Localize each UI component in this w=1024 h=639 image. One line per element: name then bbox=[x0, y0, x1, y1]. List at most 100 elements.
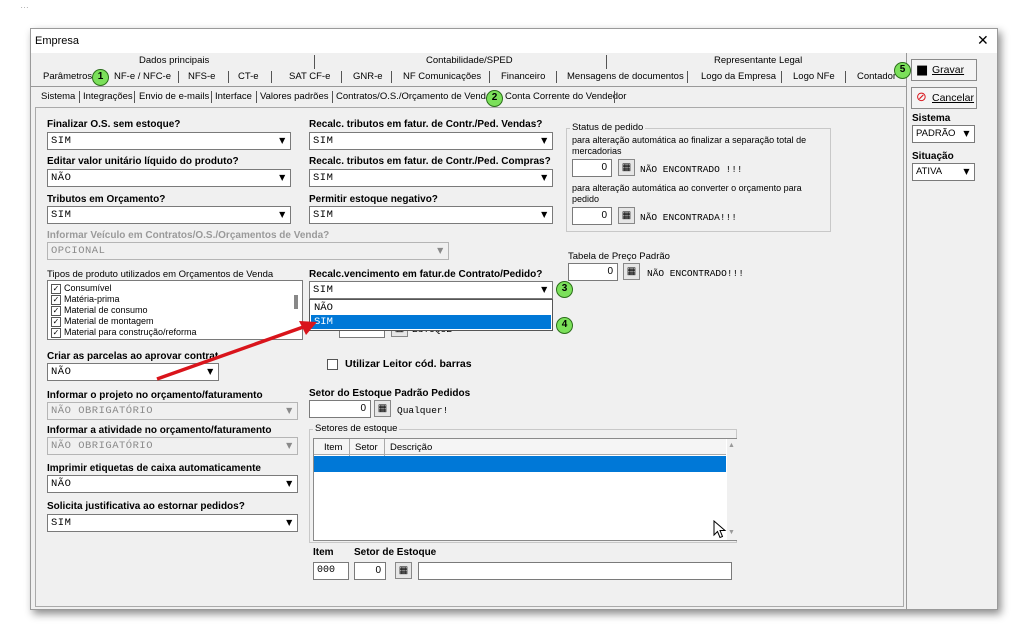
status-field-2[interactable]: 0 bbox=[572, 207, 612, 225]
tab-nfse[interactable]: NFS-e bbox=[188, 69, 215, 85]
lookup-icon[interactable]: ▦ bbox=[618, 207, 635, 224]
tab-parametros[interactable]: Parâmetros bbox=[43, 69, 92, 85]
type-item: Matéria-prima bbox=[64, 294, 120, 304]
checkbox-checked-icon[interactable]: ✓ bbox=[51, 295, 61, 305]
tab-mensagens[interactable]: Mensagens de documentos bbox=[567, 69, 684, 85]
select-value: NÃO bbox=[51, 478, 72, 490]
select-recalc-vencimento[interactable]: SIM ▼ bbox=[309, 281, 553, 299]
tab-nf-comunicacoes[interactable]: NF Comunicações bbox=[403, 69, 481, 85]
status-pedido-label: Status de pedido bbox=[570, 122, 646, 133]
tab-contabilidade[interactable]: Contabilidade/SPED bbox=[426, 53, 513, 69]
tab-row-2: Parâmetros NF-e / NFC-e NFS-e CT-e SAT C… bbox=[31, 69, 906, 85]
scroll-down-icon[interactable]: ▼ bbox=[728, 529, 735, 536]
grid-col-setor[interactable]: Setor bbox=[355, 442, 378, 453]
tab-sistema[interactable]: Sistema bbox=[41, 89, 75, 105]
chevron-down-icon: ▼ bbox=[279, 210, 286, 219]
tab-envio-emails[interactable]: Envio de e-mails bbox=[139, 89, 209, 105]
setor-padrao-text: Qualquer! bbox=[397, 405, 449, 416]
select-tributos-orcamento[interactable]: SIM ▼ bbox=[47, 206, 291, 224]
save-button[interactable]: ■ Gravar bbox=[911, 59, 977, 81]
label-tributos-orcamento: Tributos em Orçamento? bbox=[47, 194, 166, 205]
tab-cte[interactable]: CT-e bbox=[238, 69, 259, 85]
tab-dados-principais[interactable]: Dados principais bbox=[139, 53, 209, 69]
cancel-label: Cancelar bbox=[932, 92, 975, 104]
lookup-icon[interactable]: ▦ bbox=[623, 263, 640, 280]
select-recalc-compras[interactable]: SIM ▼ bbox=[309, 169, 553, 187]
tab-logo-empresa[interactable]: Logo da Empresa bbox=[701, 69, 776, 85]
close-icon[interactable]: ✕ bbox=[977, 32, 989, 49]
lookup-icon[interactable]: ▦ bbox=[374, 400, 391, 417]
grid-col-item[interactable]: Item bbox=[324, 442, 342, 453]
setor-padrao-field[interactable]: 0 bbox=[309, 400, 371, 418]
select-value: NÃO OBRIGATÓRIO bbox=[51, 440, 154, 452]
checkbox-checked-icon[interactable]: ✓ bbox=[51, 328, 61, 338]
select-value: SIM bbox=[313, 284, 334, 296]
grid-col-descricao[interactable]: Descrição bbox=[390, 442, 432, 453]
label-informar-projeto: Informar o projeto no orçamento/faturame… bbox=[47, 390, 263, 401]
checkbox-checked-icon[interactable]: ✓ bbox=[51, 317, 61, 327]
tab-integracoes[interactable]: Integrações bbox=[83, 89, 133, 105]
label-item: Item bbox=[313, 547, 334, 558]
tab-separator bbox=[687, 71, 688, 83]
chevron-down-icon: ▼ bbox=[963, 167, 970, 176]
tabela-preco-field[interactable]: 0 bbox=[568, 263, 618, 281]
tab-contratos-os-orcamento[interactable]: Contratos/O.S./Orçamento de Venda bbox=[336, 89, 491, 105]
title-bar: Empresa ✕ bbox=[31, 29, 997, 53]
tab-logo-nfe[interactable]: Logo NFe bbox=[793, 69, 835, 85]
select-finalizar-os[interactable]: SIM ▼ bbox=[47, 132, 291, 150]
select-value: NÃO OBRIGATÓRIO bbox=[51, 405, 154, 417]
label-solicita-justificativa: Solicita justificativa ao estornar pedid… bbox=[47, 501, 245, 512]
tab-interface[interactable]: Interface bbox=[215, 89, 252, 105]
select-informar-projeto: NÃO OBRIGATÓRIO ▼ bbox=[47, 402, 298, 420]
annotation-arrow-icon bbox=[156, 321, 317, 381]
lookup-icon[interactable]: ▦ bbox=[395, 562, 412, 579]
tab-valores-padroes[interactable]: Valores padrões bbox=[260, 89, 328, 105]
tab-separator bbox=[489, 71, 490, 83]
status-field-1[interactable]: 0 bbox=[572, 159, 612, 177]
select-sistema[interactable]: PADRÃO ▼ bbox=[912, 125, 975, 143]
select-situacao[interactable]: ATIVA ▼ bbox=[912, 163, 975, 181]
tab-financeiro[interactable]: Financeiro bbox=[501, 69, 545, 85]
tab-separator bbox=[178, 71, 179, 83]
tab-contador[interactable]: Contador bbox=[857, 69, 896, 85]
label-editar-valor: Editar valor unitário líquido do produto… bbox=[47, 156, 239, 167]
select-editar-valor[interactable]: NÃO ▼ bbox=[47, 169, 291, 187]
select-estoque-negativo[interactable]: SIM ▼ bbox=[309, 206, 553, 224]
cancel-button[interactable]: ⊘ Cancelar bbox=[911, 87, 977, 109]
cursor-icon bbox=[713, 520, 727, 539]
status-desc-2: para alteração automática ao converter o… bbox=[572, 183, 802, 204]
dropdown-option-sim[interactable]: SIM bbox=[311, 315, 551, 329]
chevron-down-icon: ▼ bbox=[286, 441, 293, 450]
tab-nfe-nfce[interactable]: NF-e / NFC-e bbox=[114, 69, 171, 85]
tab-separator bbox=[341, 71, 342, 83]
select-value: SIM bbox=[313, 172, 334, 184]
setor-estoque-description[interactable] bbox=[418, 562, 732, 580]
checkbox-checked-icon[interactable]: ✓ bbox=[51, 284, 61, 294]
label-informar-atividade: Informar a atividade no orçamento/fatura… bbox=[47, 425, 272, 436]
barcode-checkbox[interactable] bbox=[327, 359, 338, 370]
status-desc-1: para alteração automática ao finalizar a… bbox=[572, 135, 807, 156]
label-barcode: Utilizar Leitor cód. barras bbox=[345, 358, 472, 370]
tab-conta-corrente-vendedor[interactable]: Conta Corrente do Vendedor bbox=[505, 89, 626, 105]
step-badge-3: 3 bbox=[556, 281, 573, 298]
select-imprimir-etiquetas[interactable]: NÃO ▼ bbox=[47, 475, 298, 493]
scrollbar-thumb[interactable] bbox=[294, 295, 298, 309]
scroll-up-icon[interactable]: ▲ bbox=[728, 442, 735, 449]
setores-grid[interactable]: Item Setor Descrição ▲ ▼ bbox=[313, 438, 737, 541]
select-value: SIM bbox=[51, 517, 72, 529]
label-setor-de-estoque: Setor de Estoque bbox=[354, 547, 437, 558]
setor-estoque-field[interactable]: 0 bbox=[354, 562, 386, 580]
select-solicita-justificativa[interactable]: SIM ▼ bbox=[47, 514, 298, 532]
tab-separator bbox=[79, 91, 80, 103]
tab-sat-cfe[interactable]: SAT CF-e bbox=[289, 69, 330, 85]
checkbox-checked-icon[interactable]: ✓ bbox=[51, 306, 61, 316]
label-tipos-produto: Tipos de produto utilizados em Orçamento… bbox=[47, 269, 274, 280]
tab-representante-legal[interactable]: Representante Legal bbox=[714, 53, 802, 69]
select-recalc-vendas[interactable]: SIM ▼ bbox=[309, 132, 553, 150]
grid-selected-row[interactable] bbox=[314, 456, 726, 472]
dropdown-option-nao[interactable]: NÃO bbox=[311, 301, 551, 315]
tab-gnre[interactable]: GNR-e bbox=[353, 69, 383, 85]
lookup-icon[interactable]: ▦ bbox=[618, 159, 635, 176]
item-field[interactable]: 000 bbox=[313, 562, 349, 580]
empresa-window: Empresa ✕ Dados principais Contabilidade… bbox=[30, 28, 998, 610]
